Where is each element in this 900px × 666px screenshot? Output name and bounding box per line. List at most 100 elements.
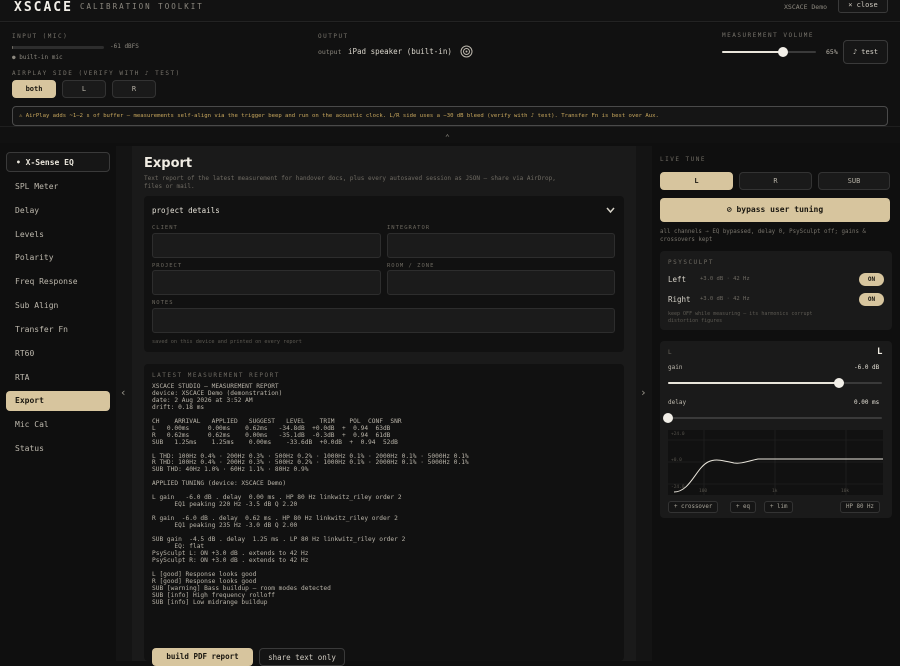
airplay-icon[interactable] <box>460 45 473 58</box>
project-label: PROJECT <box>152 263 183 269</box>
collapse-sidebar-strip[interactable]: ‹ <box>116 146 132 661</box>
psysculpt-right-toggle[interactable]: ON <box>859 293 884 306</box>
input-label: INPUT (MIC) <box>12 33 69 40</box>
gain-label: gain <box>668 364 683 371</box>
report-line: APPLIED TUNING (device: XSCACE Demo) <box>152 480 287 488</box>
input-level-value: -61 dBFS <box>110 43 139 50</box>
tab-sub-channel[interactable]: SUB <box>818 172 890 190</box>
tab-right-channel[interactable]: R <box>739 172 812 190</box>
page-title: Export <box>144 156 193 171</box>
input-level-meter <box>12 46 104 49</box>
report-line: drift: 0.18 ms <box>152 403 205 411</box>
channel-badge: L <box>877 347 883 357</box>
device-name: XSCACE Demo <box>784 3 828 11</box>
output-label: OUTPUT <box>318 33 349 40</box>
notes-label: NOTES <box>152 300 174 306</box>
delay-slider-knob[interactable] <box>663 413 673 423</box>
chevron-left-icon[interactable]: ‹ <box>120 386 127 399</box>
bypass-user-tuning-button[interactable]: ⊘ bypass user tuning <box>660 198 890 222</box>
export-panel: Export Text report of the latest measure… <box>132 146 636 666</box>
room-zone-field[interactable] <box>387 270 615 295</box>
airplay-right-button[interactable]: R <box>112 80 156 98</box>
input-source[interactable]: ● built-in mic <box>12 54 63 61</box>
share-text-button[interactable]: share text only <box>259 648 345 666</box>
sidebar: • X-Sense EQ SPL Meter Delay Levels Pola… <box>0 146 116 661</box>
delay-value: 0.00 ms <box>854 399 880 406</box>
psysculpt-right-detail: +3.0 dB · 42 Hz <box>700 296 750 302</box>
app-logo: XSCACE <box>14 0 73 15</box>
sidebar-item-sub-align[interactable]: Sub Align <box>6 296 110 316</box>
psysculpt-left-detail: +3.0 dB · 42 Hz <box>700 276 750 282</box>
sidebar-item-spl-meter[interactable]: SPL Meter <box>6 177 110 197</box>
graph-x-label-1k: 1k <box>772 488 778 494</box>
test-button[interactable]: ♪ test <box>843 40 888 64</box>
output-device[interactable]: iPad speaker (built-in) <box>348 47 452 56</box>
psysculpt-left-toggle[interactable]: ON <box>859 273 884 286</box>
channel-tune-card: L L gain -6.0 dB delay 0.00 ms +24.0 +0.… <box>660 341 892 518</box>
collapse-live-tune-strip[interactable]: › <box>636 146 652 661</box>
chevron-down-icon[interactable] <box>606 207 615 214</box>
integrator-label: INTEGRATOR <box>387 225 431 231</box>
airplay-both-button[interactable]: both <box>12 80 56 98</box>
sidebar-item-export[interactable]: Export <box>6 391 110 411</box>
highpass-chip[interactable]: HP 80 Hz <box>840 501 880 513</box>
sidebar-item-delay[interactable]: Delay <box>6 201 110 221</box>
delay-slider-track[interactable] <box>668 417 882 419</box>
client-field[interactable] <box>152 233 381 258</box>
gain-slider-knob[interactable] <box>834 378 845 388</box>
close-button[interactable]: × close <box>838 0 888 13</box>
project-details-card: project details CLIENT INTEGRATOR PROJEC… <box>144 196 624 352</box>
volume-label: MEASUREMENT VOLUME <box>722 32 815 39</box>
sidebar-item-levels[interactable]: Levels <box>6 225 110 245</box>
sidebar-item-freq-response[interactable]: Freq Response <box>6 272 110 292</box>
report-line: SUB 1.25ms 1.25ms 0.00ms -33.6dB +0.0dB … <box>152 438 398 446</box>
graph-x-label-10k: 10k <box>841 488 849 494</box>
sidebar-item-rta[interactable]: RTA <box>6 368 110 388</box>
graph-x-label-100: 100 <box>699 488 707 494</box>
sidebar-item-polarity[interactable]: Polarity <box>6 248 110 268</box>
report-line: SUB THD: 40Hz 1.0% · 60Hz 1.1% · 80Hz 0.… <box>152 466 309 474</box>
report-line: SUB [info] Low midrange buildup <box>152 598 268 606</box>
sidebar-item-xsense-eq[interactable]: • X-Sense EQ <box>6 152 110 172</box>
psysculpt-note: keep OFF while measuring — its harmonics… <box>668 311 813 324</box>
bypass-note: all channels → EQ bypassed, delay 0, Psy… <box>660 229 866 243</box>
sidebar-item-rt60[interactable]: RT60 <box>6 344 110 364</box>
graph-y-label-bottom: -24.0 <box>671 484 685 490</box>
airplay-warning-banner: ⚠ AirPlay adds ~1–2 s of buffer — measur… <box>12 106 888 126</box>
room-zone-label: ROOM / ZONE <box>387 263 435 269</box>
graph-y-label-mid: +0.0 <box>671 457 682 463</box>
app-title: CALIBRATION TOOLKIT <box>80 2 204 11</box>
channel-label: L <box>668 349 672 356</box>
live-tune-label: LIVE TUNE <box>660 156 707 163</box>
client-label: CLIENT <box>152 225 178 231</box>
sidebar-item-transfer-fn[interactable]: Transfer Fn <box>6 320 110 340</box>
report-line: EQ1 peaking 235 Hz -3.0 dB Q 2.00 <box>152 522 298 530</box>
project-footer-note: saved on this device and printed on ever… <box>152 339 302 345</box>
collapse-header-icon[interactable]: ⌃ <box>445 133 450 142</box>
tab-left-channel[interactable]: L <box>660 172 733 190</box>
live-tune-panel: LIVE TUNE L R SUB ⊘ bypass user tuning a… <box>652 146 900 661</box>
integrator-field[interactable] <box>387 233 615 258</box>
report-label: LATEST MEASUREMENT REPORT <box>152 372 280 379</box>
add-limiter-chip[interactable]: + lim <box>764 501 794 513</box>
airplay-left-button[interactable]: L <box>62 80 106 98</box>
project-details-title: project details <box>152 206 220 215</box>
volume-value: 65% <box>826 48 838 56</box>
airplay-side-label: AIRPLAY SIDE (VERIFY WITH ♪ TEST) <box>12 70 181 77</box>
chevron-right-icon[interactable]: › <box>640 386 647 399</box>
sidebar-item-status[interactable]: Status <box>6 439 110 459</box>
add-crossover-chip[interactable]: + crossover <box>668 501 719 513</box>
psysculpt-label: PSYSCULPT <box>668 259 715 266</box>
sidebar-item-mic-cal[interactable]: Mic Cal <box>6 415 110 435</box>
psysculpt-right-label: Right <box>668 295 691 304</box>
add-eq-chip[interactable]: + eq <box>730 501 756 513</box>
export-description: Text report of the latest measurement fo… <box>144 175 556 190</box>
output-prefix: output <box>318 48 342 56</box>
delay-label: delay <box>668 399 687 406</box>
volume-slider-knob[interactable] <box>778 47 789 57</box>
project-field[interactable] <box>152 270 381 295</box>
frequency-response-graph: +24.0 +0.0 -24.0 100 1k 10k <box>668 430 883 495</box>
top-bar: XSCACE CALIBRATION TOOLKIT XSCACE Demo ×… <box>0 0 900 22</box>
notes-field[interactable] <box>152 308 615 333</box>
build-pdf-button[interactable]: build PDF report <box>152 648 253 666</box>
